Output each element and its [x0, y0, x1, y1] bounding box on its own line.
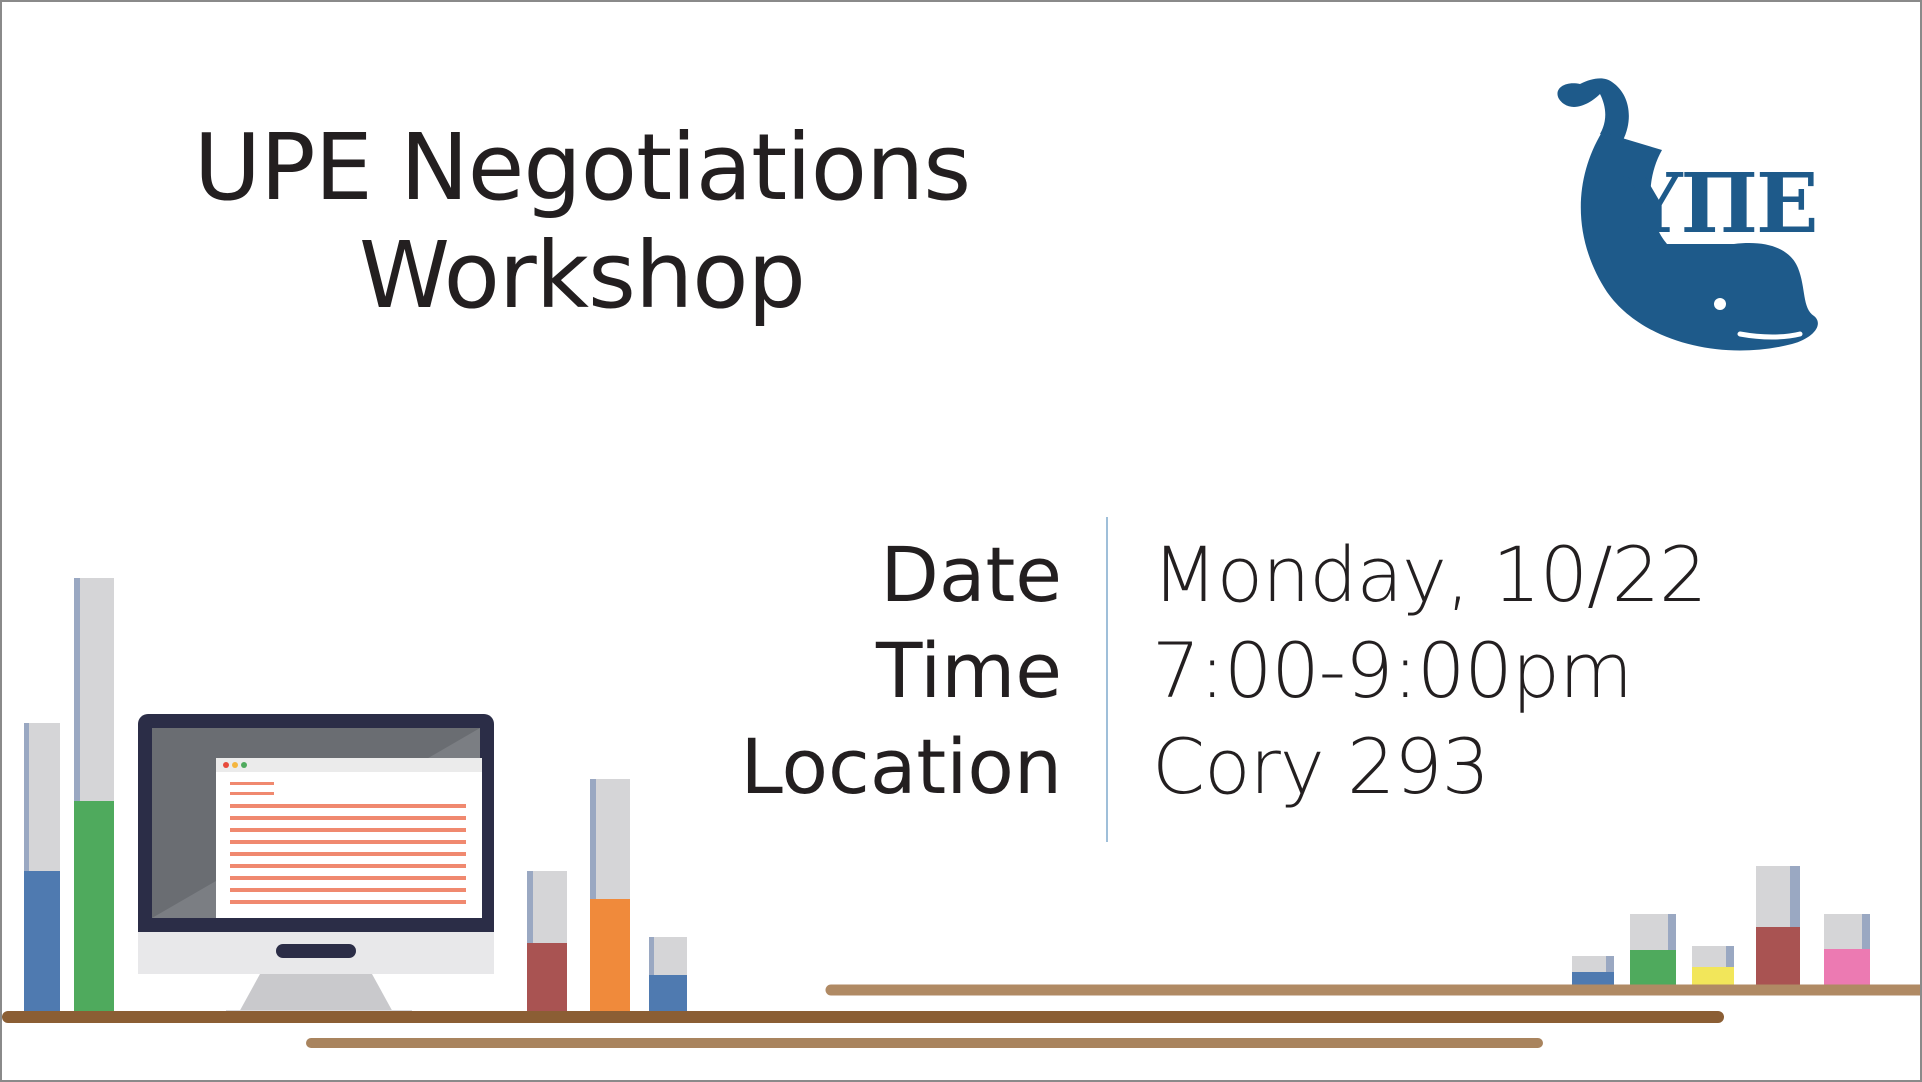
bar-right-4 [1756, 866, 1800, 986]
shelf-main [2, 1011, 1724, 1023]
bar-right-1 [1572, 956, 1614, 986]
desktop-monitor-icon [138, 714, 494, 1018]
bar-right-3 [1692, 946, 1734, 986]
bar-right-5 [1824, 914, 1870, 986]
bar-mid-1 [527, 871, 567, 1011]
bar-left-2 [74, 578, 114, 1011]
bar-mid-2 [590, 779, 630, 1011]
bar-left-1 [24, 723, 60, 1011]
desk-illustration [2, 578, 1920, 1048]
bar-right-2 [1630, 914, 1676, 986]
workshop-flyer: UPE Negotiations Workshop Date Time Loca… [0, 0, 1922, 1082]
bar-mid-3 [649, 937, 687, 1011]
